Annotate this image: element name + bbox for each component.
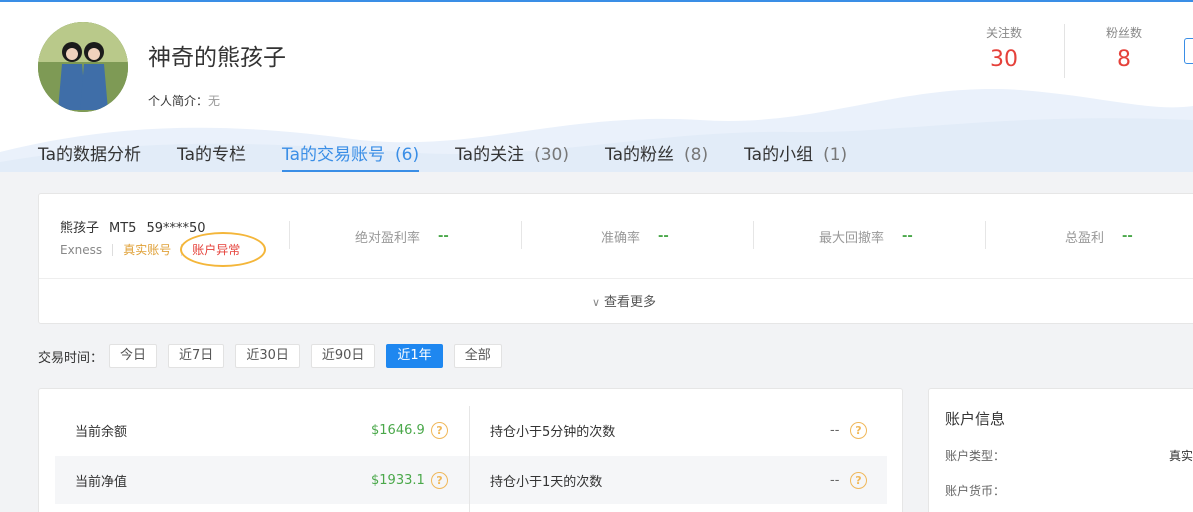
stat-label: 持仓小于5分钟的次数 [490, 424, 616, 440]
tab-count: (30) [534, 145, 569, 165]
followers-label: 粉丝数 [1105, 26, 1142, 40]
info-label: 账户类型： [945, 449, 1006, 463]
meta-divider [112, 243, 114, 256]
account-number: 59****50 [146, 221, 206, 236]
account-meta: Exness 真实账号 账户异常 [60, 232, 267, 267]
tab-trading-accounts[interactable]: Ta的交易账号 (6) [282, 140, 420, 172]
time-option-7d[interactable]: 近7日 [168, 344, 225, 368]
account-status-badge: 账户异常 [180, 232, 267, 267]
tab-groups[interactable]: Ta的小组 (1) [744, 140, 847, 172]
time-option-today[interactable]: 今日 [109, 344, 158, 368]
stat-value: $1933.1 [371, 472, 425, 488]
metric-divider [985, 221, 986, 249]
intro-label: 个人简介： [148, 94, 209, 108]
tab-label: Ta的交易账号 [282, 145, 385, 165]
info-value: 真实 [1169, 449, 1193, 463]
account-platform: MT5 [109, 221, 137, 236]
help-icon[interactable]: ? [431, 421, 448, 439]
metric-value: -- [658, 228, 669, 244]
time-option-1y[interactable]: 近1年 [386, 344, 443, 368]
metric-divider [521, 221, 522, 249]
card-divider [39, 278, 1193, 279]
time-option-all[interactable]: 全部 [453, 344, 502, 368]
tab-label: Ta的数据分析 [38, 145, 141, 165]
tab-followers[interactable]: Ta的粉丝 (8) [605, 140, 708, 172]
metric-total-profit: 总盈利 -- [1065, 221, 1133, 251]
metric-divider [753, 221, 754, 249]
metric-label: 准确率 [601, 230, 641, 246]
stat-value: -- [830, 472, 840, 488]
stat-value: -- [830, 422, 840, 438]
tab-count: (1) [823, 145, 848, 165]
tab-label: Ta的专栏 [177, 145, 246, 165]
following-count: 30 [990, 47, 1018, 72]
tab-label: Ta的小组 [744, 145, 814, 165]
stat-value: $1646.9 [371, 422, 425, 438]
view-more-button[interactable]: ∨ 查看更多 [39, 291, 1193, 310]
stat-label: 当前净值 [75, 474, 128, 490]
trading-account-card: 熊孩子 MT5 59****50 Exness 真实账号 账户异常 绝对盈利率 -- … [38, 193, 1193, 324]
account-broker: Exness [60, 242, 103, 257]
time-option-90d[interactable]: 近90日 [310, 344, 376, 368]
metric-divider [289, 221, 290, 249]
stat-row-hold-under-5min: 持仓小于5分钟的次数 -- ? [470, 406, 887, 454]
view-more-label: 查看更多 [604, 295, 657, 310]
time-filter-label: 交易时间： [38, 350, 104, 366]
avatar-image [38, 22, 128, 112]
stat-label: 当前余额 [75, 424, 128, 440]
account-info-title: 账户信息 [945, 410, 1006, 428]
help-icon[interactable]: ? [850, 421, 867, 439]
account-name: 熊孩子 [60, 221, 100, 236]
following-stat[interactable]: 关注数 30 [964, 24, 1044, 72]
avatar[interactable] [38, 22, 128, 112]
profile-header: 神奇的熊孩子 个人简介：无 关注数 30 粉丝数 8 Ta的数据分析 Ta的专栏… [0, 0, 1193, 172]
double-chevron-down-icon: ∨ [591, 296, 601, 309]
stat-row-balance: 当前余额 $1646.9 ? [55, 406, 469, 454]
followers-stat[interactable]: 粉丝数 8 [1084, 24, 1164, 72]
stat-row-hold-under-1day: 持仓小于1天的次数 -- ? [470, 456, 887, 504]
tab-column[interactable]: Ta的专栏 [177, 140, 246, 172]
profile-tabs: Ta的数据分析 Ta的专栏 Ta的交易账号 (6) Ta的关注 (30) Ta的粉丝… [38, 140, 883, 172]
intro-value: 无 [208, 94, 221, 108]
metric-label: 最大回撤率 [819, 230, 885, 246]
username: 神奇的熊孩子 [148, 45, 286, 71]
time-option-30d[interactable]: 近30日 [235, 344, 300, 368]
account-identity[interactable]: 熊孩子 MT5 59****50 [60, 217, 216, 236]
help-icon[interactable]: ? [850, 471, 867, 489]
tab-data-analysis[interactable]: Ta的数据分析 [38, 140, 141, 172]
tab-count: (6) [395, 145, 420, 165]
metric-label: 总盈利 [1065, 230, 1105, 246]
metric-absolute-return: 绝对盈利率 -- [355, 221, 449, 251]
metric-value: -- [1122, 228, 1133, 244]
tab-count: (8) [684, 145, 709, 165]
account-type-badge: 真实账号 [123, 243, 172, 257]
following-label: 关注数 [985, 26, 1022, 40]
metric-max-drawdown: 最大回撤率 -- [819, 221, 913, 251]
metric-label: 绝对盈利率 [355, 230, 421, 246]
info-label: 账户货币： [945, 484, 1006, 498]
metric-accuracy: 准确率 -- [601, 221, 669, 251]
followers-count: 8 [1117, 47, 1131, 72]
tab-label: Ta的粉丝 [605, 145, 674, 165]
stat-row-equity: 当前净值 $1933.1 ? [55, 456, 469, 504]
stat-label: 持仓小于1天的次数 [490, 474, 603, 490]
tab-following[interactable]: Ta的关注 (30) [455, 140, 569, 172]
trade-time-filter: 交易时间： 今日 近7日 近30日 近90日 近1年 全部 [38, 344, 513, 368]
account-stats-panel: 当前余额 $1646.9 ? 当前净值 $1933.1 ? 持仓小于5分钟的次数… [38, 388, 903, 512]
help-icon[interactable]: ? [431, 471, 448, 489]
profile-intro: 个人简介：无 [148, 92, 220, 109]
metric-value: -- [438, 228, 449, 244]
follow-button[interactable] [1184, 38, 1193, 64]
tab-label: Ta的关注 [455, 145, 525, 165]
stat-divider [1064, 24, 1065, 78]
account-info-panel: 账户信息 账户类型： 真实 账户货币： [928, 388, 1193, 512]
metric-value: -- [902, 228, 913, 244]
